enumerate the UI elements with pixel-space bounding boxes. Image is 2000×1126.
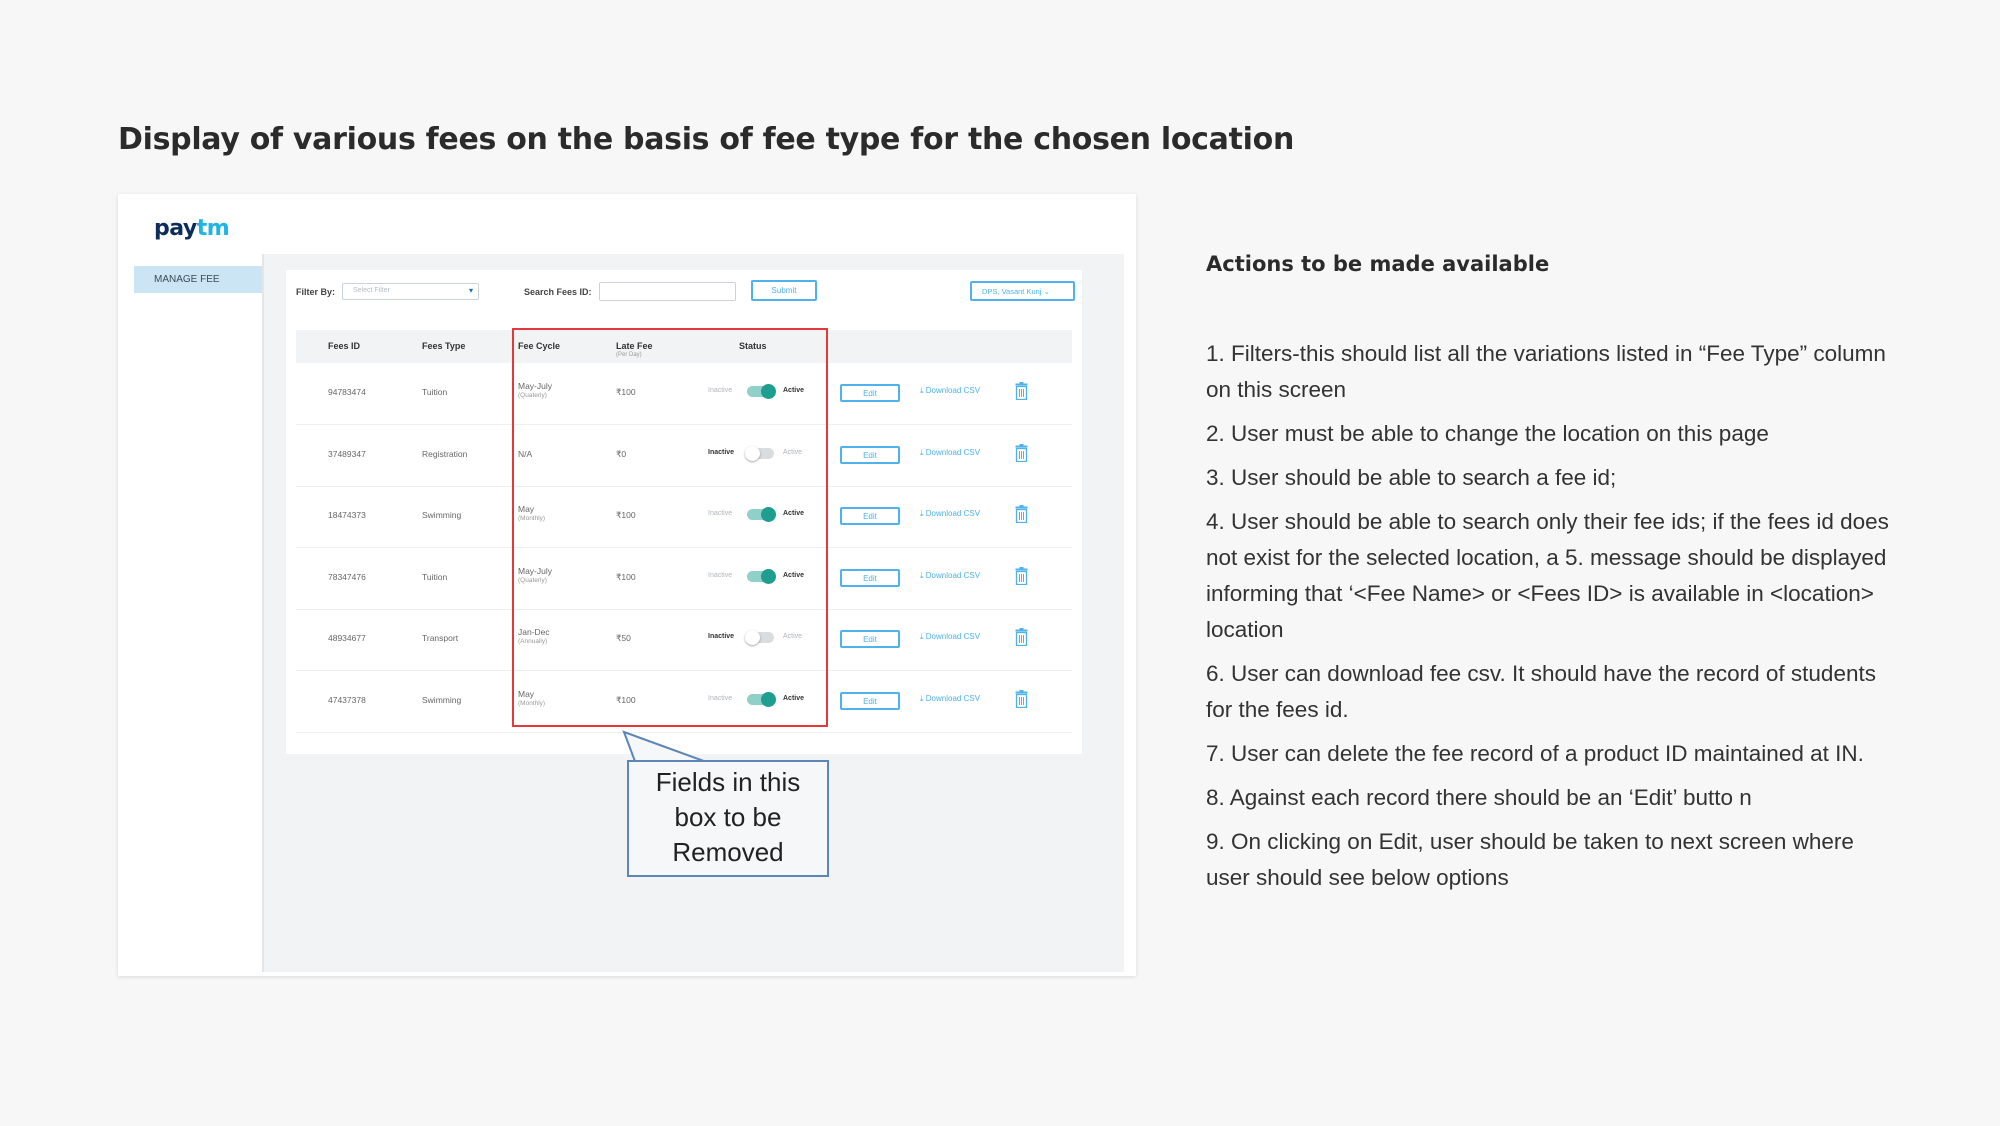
download-icon: ⤓ bbox=[920, 509, 924, 518]
search-fees-input[interactable] bbox=[599, 282, 736, 301]
filter-select[interactable]: Select Filter ▾ bbox=[342, 283, 479, 300]
sidebar: MANAGE FEE bbox=[134, 254, 264, 972]
trash-icon[interactable] bbox=[1015, 505, 1028, 523]
download-csv-link[interactable]: ⤓ Download CSV bbox=[920, 571, 980, 581]
download-csv-link[interactable]: ⤓ Download CSV bbox=[920, 694, 980, 704]
filter-label: Filter By: bbox=[296, 287, 336, 297]
download-csv-link[interactable]: ⤓ Download CSV bbox=[920, 386, 980, 396]
callout-line-1: Fields in this bbox=[655, 767, 801, 797]
page-title: Display of various fees on the basis of … bbox=[118, 122, 1294, 157]
download-icon: ⤓ bbox=[920, 632, 924, 641]
download-csv-label: Download CSV bbox=[925, 632, 981, 641]
download-icon: ⤓ bbox=[920, 447, 924, 457]
header-fees-type: Fees Type bbox=[422, 341, 466, 351]
action-item: 9. On clicking on Edit, user should be t… bbox=[1206, 829, 1854, 890]
edit-button[interactable]: Edit bbox=[840, 507, 900, 525]
chevron-down-icon: ⌄ bbox=[1043, 287, 1050, 296]
edit-button[interactable]: Edit bbox=[840, 630, 900, 648]
edit-button[interactable]: Edit bbox=[840, 691, 900, 710]
cell-fees-type: Tuition bbox=[422, 571, 448, 582]
download-csv-link[interactable]: ⤓ Download CSV bbox=[920, 448, 980, 458]
trash-icon[interactable] bbox=[1015, 628, 1028, 646]
cell-fees-type: Tuition bbox=[422, 387, 448, 397]
cell-fees-id: 78347476 bbox=[328, 571, 366, 582]
action-item: 6. User can download fee csv. It should … bbox=[1206, 661, 1876, 722]
cell-fees-id: 48934677 bbox=[328, 633, 366, 643]
cell-fees-type: Swimming bbox=[422, 694, 462, 705]
download-csv-label: Download CSV bbox=[925, 509, 981, 518]
chevron-down-icon: ▾ bbox=[468, 286, 473, 295]
action-item: 8. Against each record there should be a… bbox=[1206, 785, 1752, 810]
search-label: Search Fees ID: bbox=[524, 287, 592, 297]
action-item: 2. User must be able to change the locat… bbox=[1206, 421, 1769, 446]
download-icon: ⤓ bbox=[920, 693, 924, 703]
trash-icon[interactable] bbox=[1015, 382, 1028, 400]
cell-fees-type: Transport bbox=[422, 633, 459, 643]
action-item: 1. Filters-this should list all the vari… bbox=[1206, 341, 1886, 402]
removal-callout: Fields in this box to be Removed bbox=[627, 760, 829, 877]
paytm-logo: paytm bbox=[154, 216, 230, 241]
action-item: 3. User should be able to search a fee i… bbox=[1206, 465, 1617, 490]
removal-highlight-box bbox=[512, 328, 828, 727]
download-csv-label: Download CSV bbox=[925, 693, 981, 703]
header-fees-id: Fees ID bbox=[328, 341, 361, 351]
trash-icon[interactable] bbox=[1015, 443, 1028, 462]
download-csv-link[interactable]: ⤓ Download CSV bbox=[920, 632, 980, 642]
actions-title: Actions to be made available bbox=[1206, 252, 1550, 276]
download-csv-label: Download CSV bbox=[925, 570, 981, 580]
callout-line-3: Removed bbox=[672, 837, 784, 867]
edit-button[interactable]: Edit bbox=[840, 384, 900, 402]
cell-fees-id: 18474373 bbox=[328, 510, 366, 520]
trash-icon[interactable] bbox=[1015, 566, 1028, 585]
edit-button[interactable]: Edit bbox=[840, 568, 900, 587]
location-label: DPS, Vasant Kunj bbox=[982, 287, 1042, 296]
edit-button[interactable]: Edit bbox=[840, 445, 900, 464]
submit-button[interactable]: Submit bbox=[751, 280, 817, 301]
cell-fees-id: 47437378 bbox=[328, 694, 366, 705]
logo-pay-text: pay bbox=[154, 216, 197, 241]
download-csv-link[interactable]: ⤓ Download CSV bbox=[920, 509, 980, 519]
action-item: 7. User can delete the fee record of a p… bbox=[1206, 741, 1864, 766]
action-item: 4. User should be able to search only th… bbox=[1206, 509, 1889, 642]
callout-line-2: box to be bbox=[674, 802, 782, 832]
cell-fees-type: Registration bbox=[422, 448, 468, 459]
actions-list: 1. Filters-this should list all the vari… bbox=[1206, 336, 1892, 904]
logo-tm-text: tm bbox=[196, 216, 230, 241]
filter-placeholder: Select Filter bbox=[353, 287, 390, 294]
cell-fees-id: 37489347 bbox=[328, 448, 366, 459]
download-csv-label: Download CSV bbox=[925, 447, 981, 457]
location-dropdown[interactable]: DPS, Vasant Kunj ⌄ bbox=[970, 281, 1075, 301]
download-icon: ⤓ bbox=[920, 570, 924, 580]
cell-fees-id: 94783474 bbox=[328, 387, 366, 397]
download-csv-label: Download CSV bbox=[925, 386, 981, 395]
cell-fees-type: Swimming bbox=[422, 510, 462, 520]
trash-icon[interactable] bbox=[1015, 689, 1028, 708]
sidebar-item-manage-fee[interactable]: MANAGE FEE bbox=[134, 266, 262, 293]
download-icon: ⤓ bbox=[920, 386, 924, 395]
